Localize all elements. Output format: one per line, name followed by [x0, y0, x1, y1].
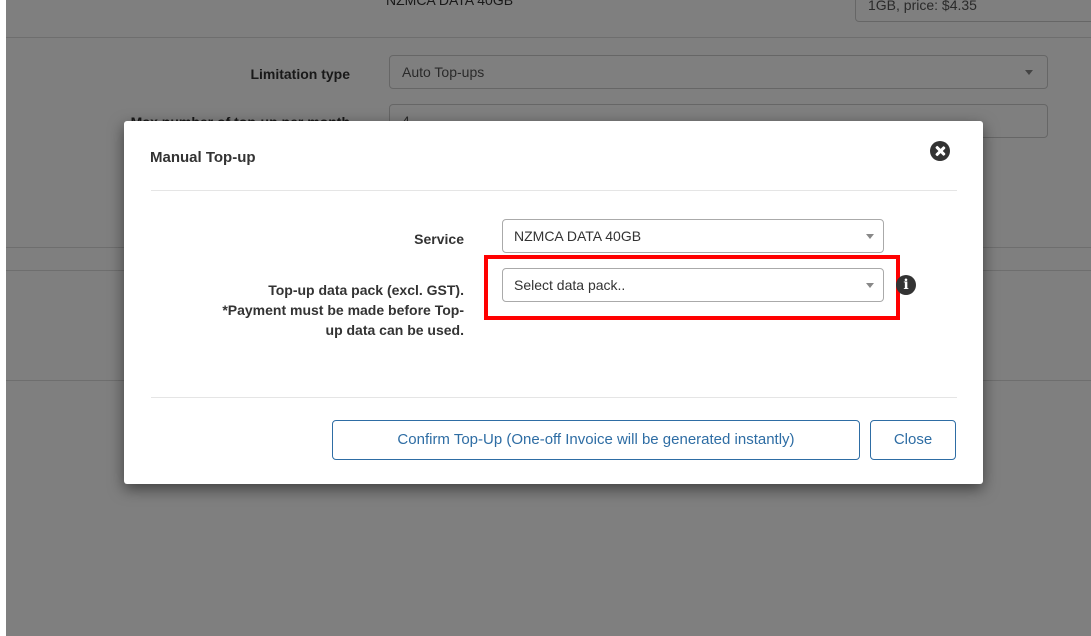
- close-icon[interactable]: [930, 141, 950, 161]
- data-pack-select[interactable]: Select data pack..: [502, 268, 884, 302]
- topup-label-line-3: up data can be used.: [325, 322, 464, 338]
- topup-label-line-1: Top-up data pack (excl. GST).: [268, 282, 464, 298]
- modal-footer-divider: [151, 397, 957, 398]
- data-pack-placeholder: Select data pack..: [514, 277, 626, 293]
- service-value: NZMCA DATA 40GB: [514, 228, 642, 244]
- modal-title: Manual Top-up: [150, 149, 256, 166]
- topup-data-pack-label: Top-up data pack (excl. GST). *Payment m…: [144, 280, 464, 340]
- confirm-topup-button[interactable]: Confirm Top-Up (One-off Invoice will be …: [332, 420, 860, 460]
- chevron-down-icon: [866, 283, 874, 288]
- chevron-down-icon: [866, 234, 874, 239]
- manual-topup-modal: Manual Top-up Service NZMCA DATA 40GB To…: [124, 121, 983, 484]
- modal-header-divider: [151, 190, 957, 191]
- close-button[interactable]: Close: [870, 420, 956, 460]
- info-icon[interactable]: i: [896, 275, 916, 295]
- service-label: Service: [414, 231, 464, 247]
- topup-label-line-2: *Payment must be made before Top-: [222, 302, 464, 318]
- service-select[interactable]: NZMCA DATA 40GB: [502, 219, 884, 253]
